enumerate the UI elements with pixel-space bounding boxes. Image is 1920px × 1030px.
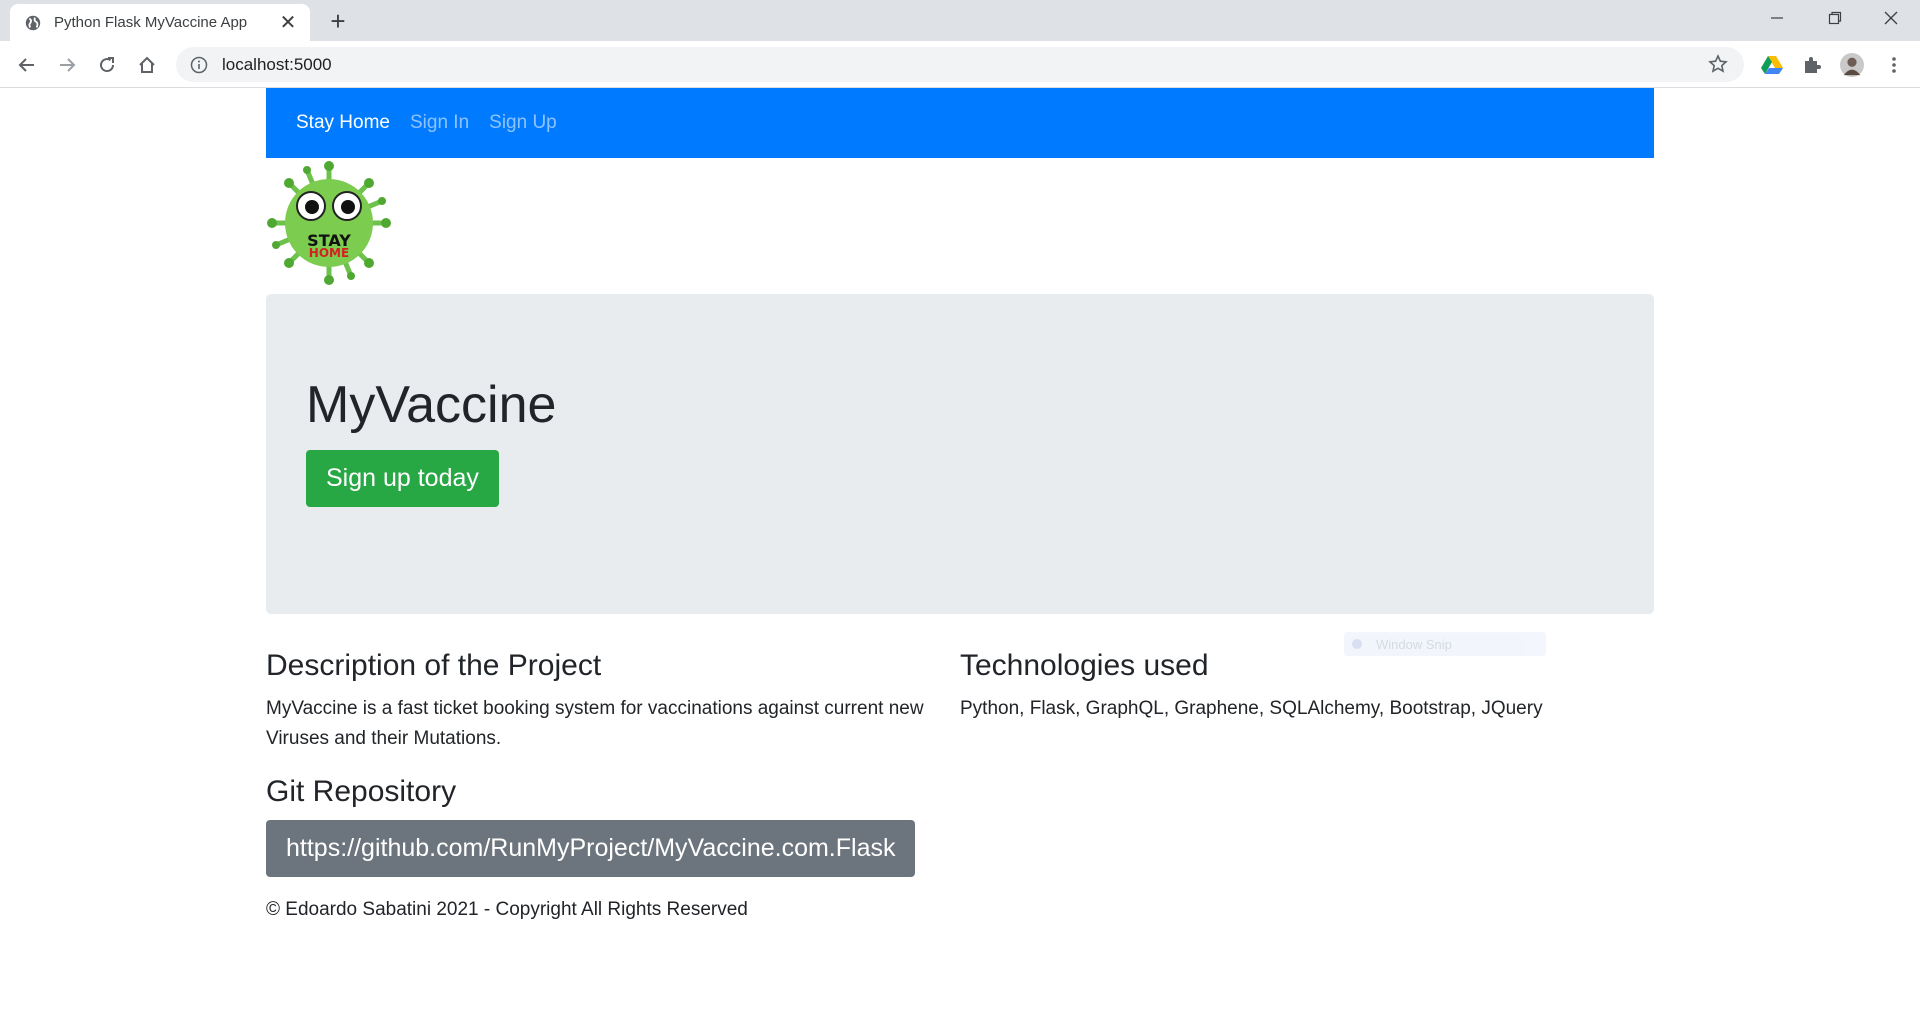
address-bar[interactable]: localhost:5000 [176,47,1744,82]
description-text: MyVaccine is a fast ticket booking syste… [266,698,924,749]
logo-text-bottom: HOME [309,246,349,260]
hero-title: MyVaccine [306,376,557,434]
info-columns: Description of the Project MyVaccine is … [266,648,1654,921]
tab-title: Python Flask MyVaccine App [54,14,248,31]
git-repository-button[interactable]: https://github.com/RunMyProject/MyVaccin… [266,820,916,877]
nav-sign-up-link[interactable]: Sign Up [489,112,557,134]
profile-avatar[interactable] [1840,53,1864,77]
browser-tab-strip: Python Flask MyVaccine App ✕ + [0,0,1920,41]
site-navbar: Stay Home Sign In Sign Up [266,88,1654,158]
page-container: Stay Home Sign In Sign Up STAY HOME MyVa… [266,88,1654,920]
left-column: Description of the Project MyVaccine is … [266,648,960,921]
close-window-button[interactable] [1862,0,1920,36]
browser-toolbar: localhost:5000 [0,41,1920,88]
bookmark-star-icon[interactable] [1708,54,1728,74]
technologies-text: Python, Flask, GraphQL, Graphene, SQLAlc… [960,698,1543,719]
back-button[interactable] [12,50,42,80]
technologies-heading: Technologies used [960,649,1209,682]
back-arrow-icon [18,58,34,72]
right-column: Technologies used Python, Flask, GraphQL… [960,648,1654,921]
restore-icon [1828,11,1842,25]
navbar-brand-link[interactable]: Stay Home [296,112,390,134]
minimize-icon [1771,17,1783,19]
home-button[interactable] [132,50,162,80]
nav-sign-in-link[interactable]: Sign In [410,112,469,134]
globe-icon [25,15,41,30]
hero-jumbotron: MyVaccine Sign up today [266,294,1654,614]
sign-up-today-button[interactable]: Sign up today [306,450,499,508]
more-menu-icon[interactable] [1882,53,1906,77]
new-tab-button[interactable]: + [323,6,353,36]
info-icon [190,56,208,73]
git-heading: Git Repository [266,775,457,808]
extensions-puzzle-icon[interactable] [1800,53,1824,77]
snip-dot-icon [1352,639,1362,649]
description-heading: Description of the Project [266,649,602,682]
home-icon [139,56,155,73]
google-drive-icon[interactable] [1760,53,1784,77]
window-snip-label: Window Snip [1376,636,1452,652]
close-icon [1884,11,1898,25]
reload-icon [100,57,115,73]
footer-copyright: © Edoardo Sabatini 2021 - Copyright All … [266,899,748,920]
window-snip-overlay: Window Snip [1344,632,1546,656]
forward-button[interactable] [52,50,82,80]
minimize-button[interactable] [1748,0,1806,36]
url-text: localhost:5000 [222,54,332,74]
browser-tab[interactable]: Python Flask MyVaccine App ✕ [10,4,310,41]
forward-arrow-icon [60,58,76,72]
tab-close-icon[interactable]: ✕ [278,13,298,33]
stay-home-virus-logo: STAY HOME [267,161,391,285]
restore-button[interactable] [1806,0,1864,36]
reload-button[interactable] [92,50,122,80]
